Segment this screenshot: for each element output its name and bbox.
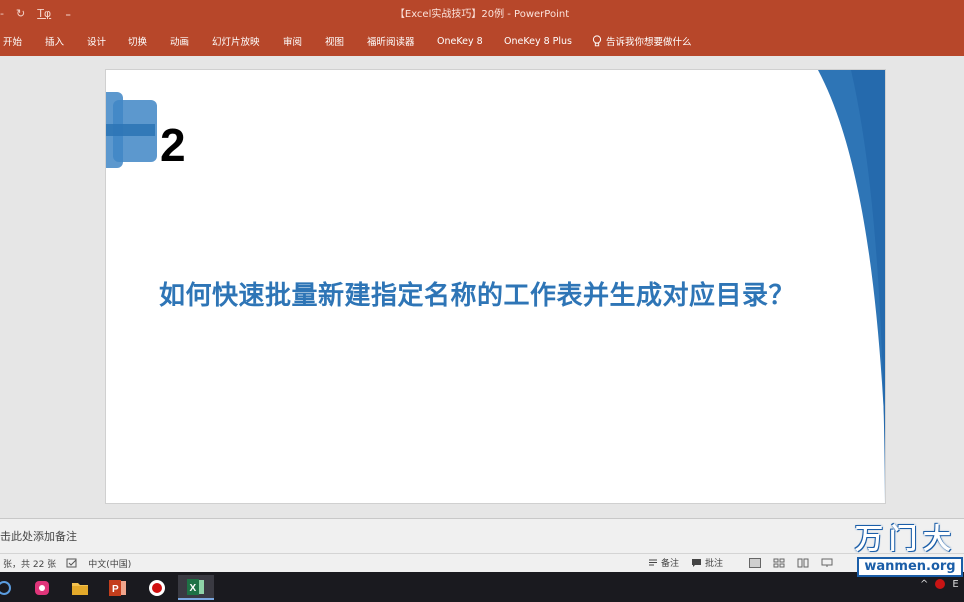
normal-view-icon[interactable]: [749, 557, 762, 568]
comments-button[interactable]: 批注: [691, 556, 723, 569]
taskbar-excel-icon[interactable]: X: [178, 575, 214, 600]
tab-insert[interactable]: 插入: [45, 34, 64, 48]
tab-review[interactable]: 审阅: [283, 34, 302, 48]
tab-onekey8[interactable]: OneKey 8: [437, 36, 483, 47]
slide-sorter-icon[interactable]: [773, 558, 785, 568]
notes-icon: [649, 559, 657, 566]
svg-text:X: X: [190, 583, 197, 594]
reading-view-icon[interactable]: [797, 558, 809, 568]
tab-foxit-reader[interactable]: 福昕阅读器: [367, 34, 415, 48]
comments-button-label: 批注: [705, 559, 724, 569]
tab-animations[interactable]: 动画: [170, 34, 189, 48]
tab-slideshow[interactable]: 幻灯片放映: [212, 34, 260, 48]
taskbar-camera-app-icon[interactable]: [24, 575, 60, 600]
tab-onekey8-plus[interactable]: OneKey 8 Plus: [504, 36, 572, 47]
status-bar: 张，共 22 张 中文(中国) 备注 批注: [0, 553, 964, 572]
tab-view[interactable]: 视图: [325, 34, 344, 48]
taskbar-recorder-icon[interactable]: [139, 575, 175, 600]
slide-number-label: 2: [160, 119, 186, 171]
tab-design[interactable]: 设计: [87, 34, 106, 48]
title-bar: - ↻ Tφ ₌ 【Excel实战技巧】20例 - PowerPoint: [0, 0, 964, 26]
language-indicator[interactable]: 中文(中国): [88, 557, 131, 570]
watermark-brand: 万门大: [855, 522, 958, 555]
windows-taskbar: P X ^ E: [0, 572, 964, 602]
tab-transitions[interactable]: 切换: [128, 34, 147, 48]
notes-placeholder: 击此处添加备注: [0, 530, 77, 543]
slideshow-view-icon[interactable]: [821, 558, 833, 568]
notes-button[interactable]: 备注: [648, 556, 679, 569]
notes-pane[interactable]: 击此处添加备注: [0, 518, 964, 553]
watermark-site: wanmen.org: [857, 557, 963, 577]
lightbulb-icon: [592, 35, 602, 47]
taskbar-powerpoint-icon[interactable]: P: [100, 575, 136, 600]
tell-me-label: 告诉我你想要做什么: [606, 37, 692, 48]
slide-count: 张，共 22 张: [3, 560, 57, 570]
slide-headline[interactable]: 如何快速批量新建指定名称的工作表并生成对应目录？: [159, 275, 795, 312]
comment-icon: [692, 558, 702, 567]
wanmen-watermark: 万门大 wanmen.org: [855, 517, 964, 582]
tell-me-box[interactable]: 告诉我你想要做什么: [592, 34, 692, 48]
tab-home[interactable]: 开始: [3, 34, 22, 48]
notes-button-label: 备注: [661, 559, 680, 569]
slide-canvas[interactable]: 2 如何快速批量新建指定名称的工作表并生成对应目录？: [105, 69, 886, 504]
taskbar-file-explorer-icon[interactable]: [62, 575, 98, 600]
ribbon-tabs: 开始 插入 设计 切换 动画 幻灯片放映 审阅 视图 福昕阅读器 OneKey …: [0, 26, 964, 56]
taskbar-search-icon[interactable]: [0, 575, 22, 600]
svg-text:P: P: [112, 584, 119, 595]
slide-workspace: 2 如何快速批量新建指定名称的工作表并生成对应目录？: [0, 56, 964, 518]
window-title: 【Excel实战技巧】20例 - PowerPoint: [394, 9, 570, 20]
spell-check-icon[interactable]: [66, 558, 78, 569]
